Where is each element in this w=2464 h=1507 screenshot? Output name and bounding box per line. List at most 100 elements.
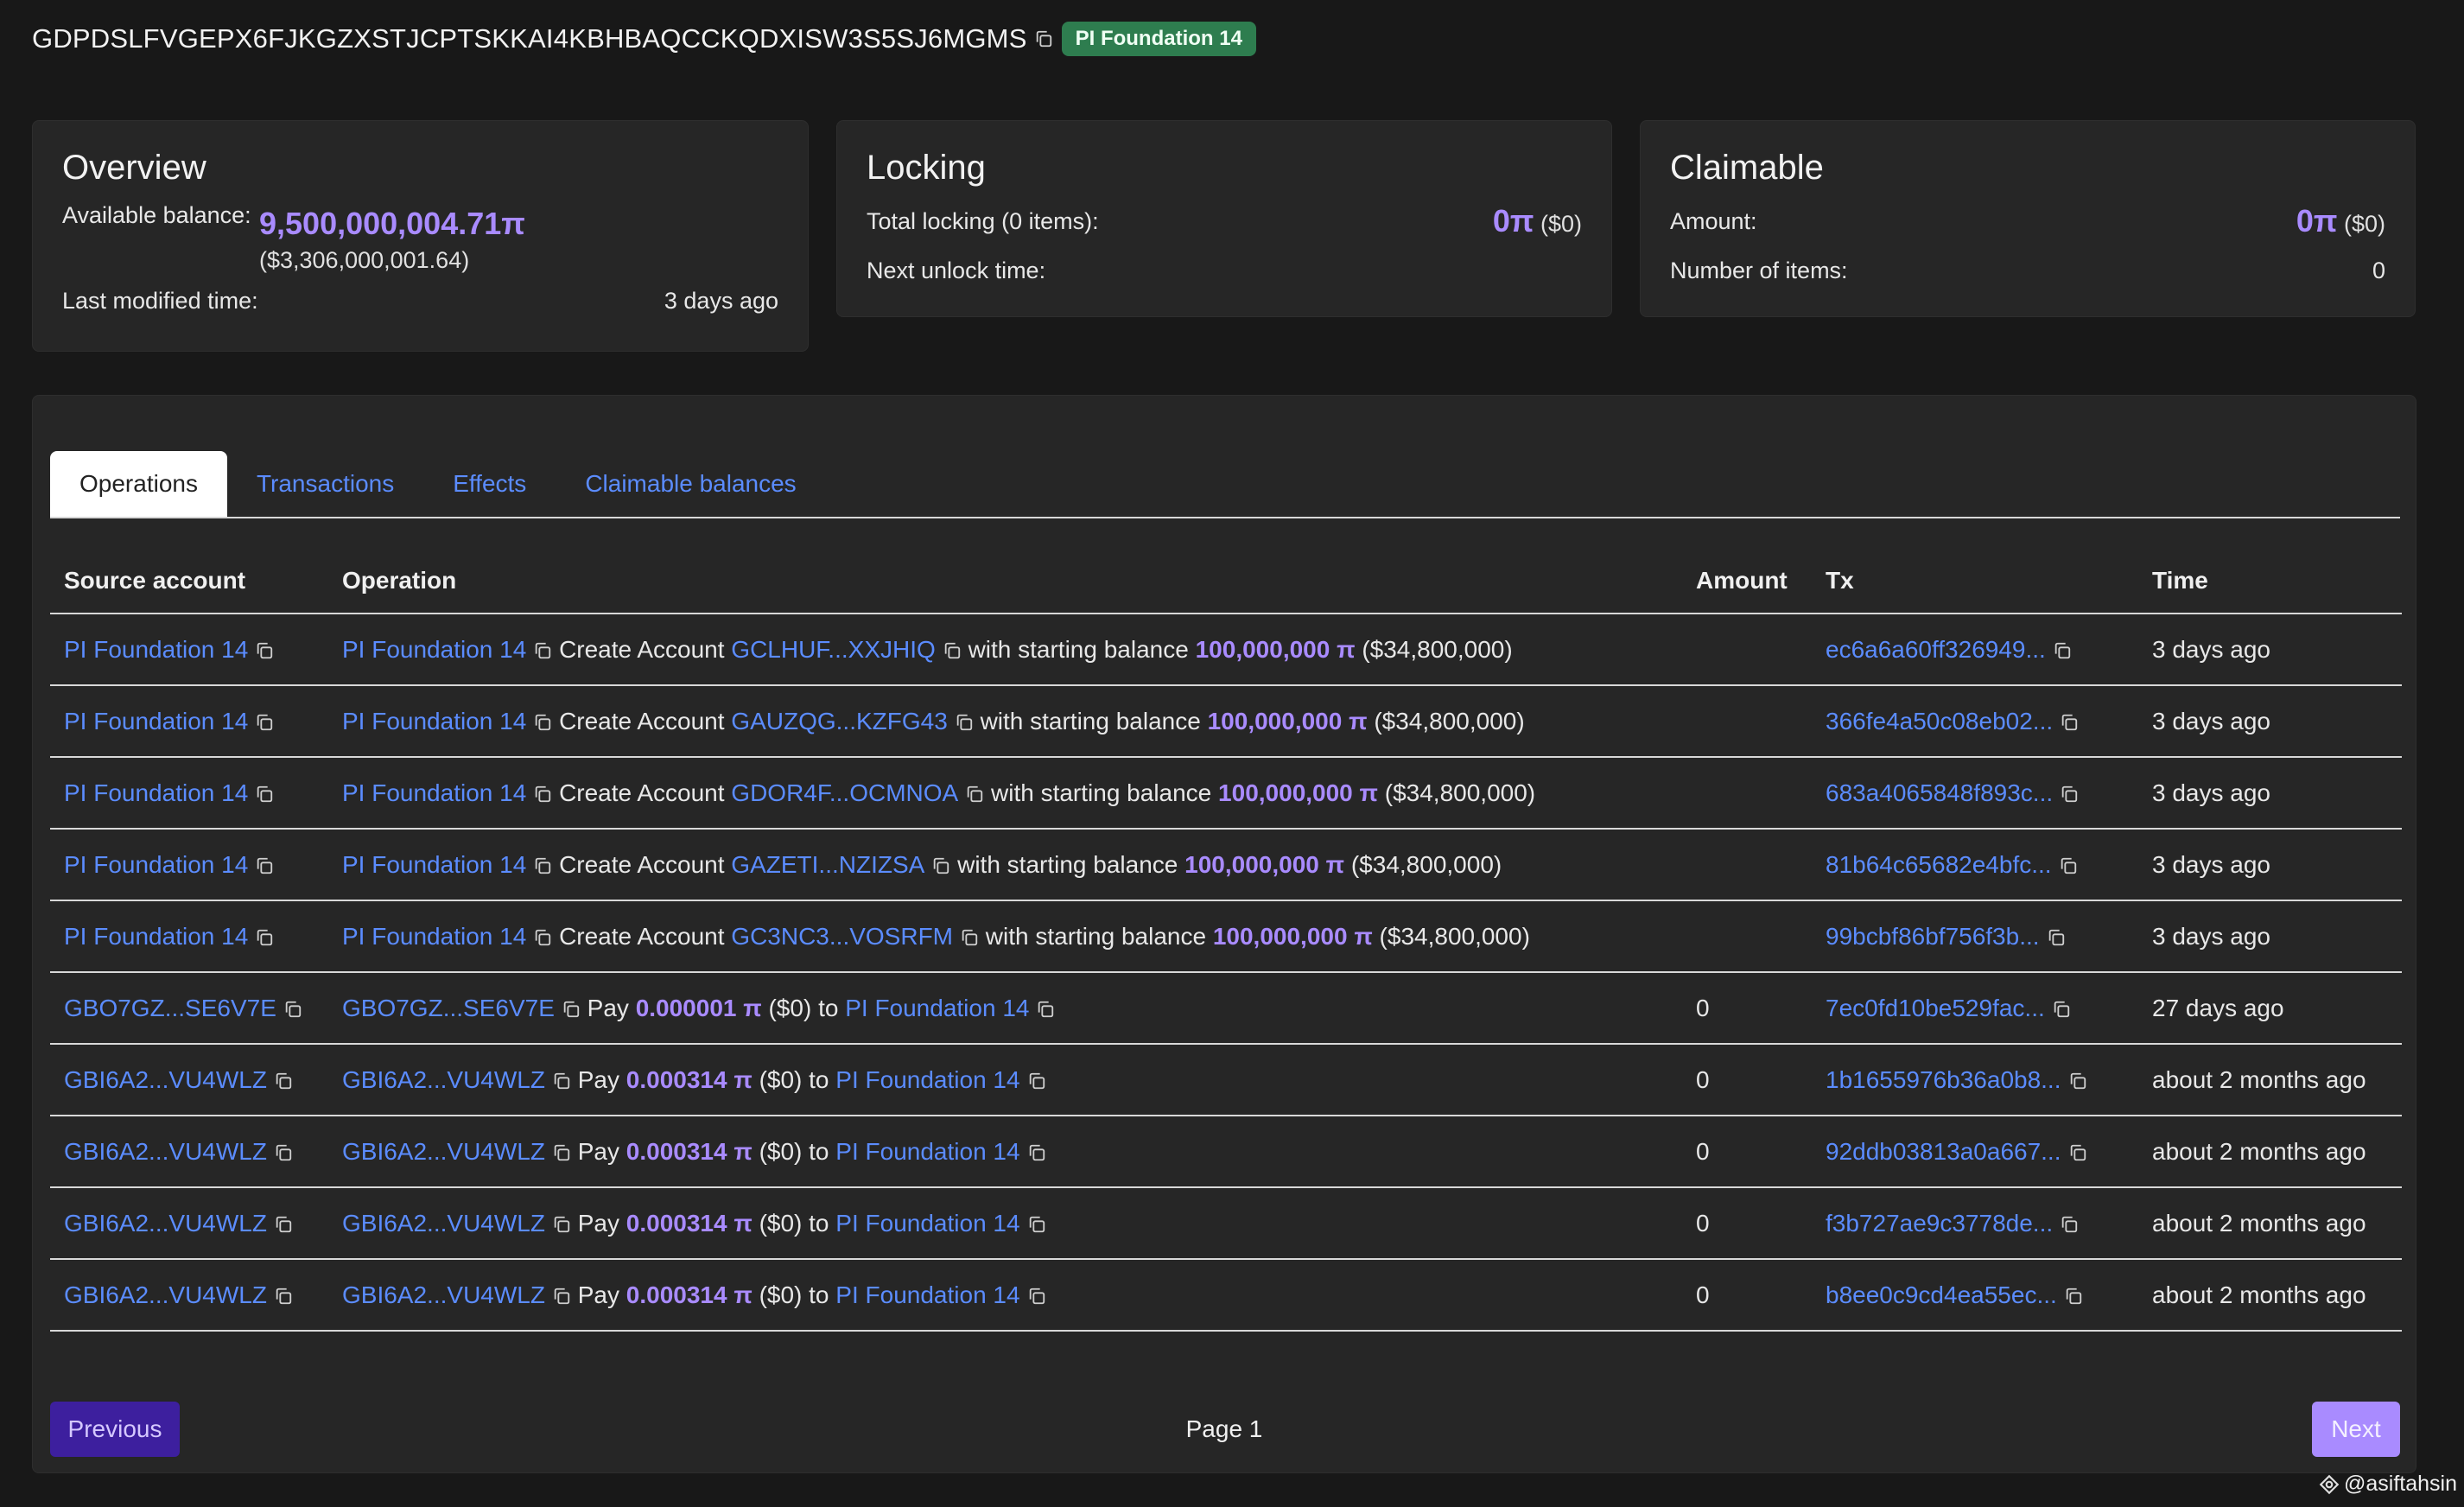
tab-operations[interactable]: Operations (50, 451, 227, 517)
op-from-copy-icon[interactable] (552, 1287, 571, 1306)
op-from-copy-icon[interactable] (533, 928, 552, 947)
op-from-link[interactable]: PI Foundation 14 (342, 779, 526, 806)
source-copy-icon[interactable] (255, 856, 274, 875)
source-copy-icon[interactable] (274, 1071, 293, 1091)
tx-copy-icon[interactable] (2052, 1000, 2071, 1019)
source-account-link[interactable]: PI Foundation 14 (64, 779, 248, 806)
source-account-cell: PI Foundation 14 (50, 757, 328, 830)
source-account-link[interactable]: GBI6A2...VU4WLZ (64, 1138, 267, 1165)
tx-hash-link[interactable]: ec6a6a60ff326949... (1826, 636, 2046, 663)
op-target-copy-icon[interactable] (960, 928, 979, 947)
source-account-link[interactable]: PI Foundation 14 (64, 851, 248, 878)
op-value: 100,000,000 π (1218, 779, 1378, 806)
op-target-link[interactable]: PI Foundation 14 (835, 1210, 1019, 1237)
tx-cell: 1b1655976b36a0b8... (1812, 1044, 2138, 1116)
tx-copy-icon[interactable] (2059, 856, 2078, 875)
op-target-link[interactable]: GCLHUF...XXJHIQ (731, 636, 935, 663)
source-account-link[interactable]: GBO7GZ...SE6V7E (64, 995, 276, 1021)
source-copy-icon[interactable] (255, 785, 274, 804)
tx-copy-icon[interactable] (2060, 713, 2079, 732)
op-usd: ($0) (759, 1137, 803, 1165)
op-target-link[interactable]: PI Foundation 14 (845, 995, 1029, 1021)
op-target-copy-icon[interactable] (955, 713, 974, 732)
op-from-link[interactable]: PI Foundation 14 (342, 636, 526, 663)
header-tx: Tx (1812, 548, 2138, 614)
source-account-link[interactable]: PI Foundation 14 (64, 636, 248, 663)
op-from-link[interactable]: GBO7GZ...SE6V7E (342, 995, 555, 1021)
op-from-link[interactable]: PI Foundation 14 (342, 708, 526, 734)
source-account-link[interactable]: GBI6A2...VU4WLZ (64, 1066, 267, 1093)
op-from-copy-icon[interactable] (552, 1215, 571, 1234)
tab-claimable-balances[interactable]: Claimable balances (556, 451, 825, 517)
op-from-copy-icon[interactable] (533, 641, 552, 660)
source-account-link[interactable]: PI Foundation 14 (64, 708, 248, 734)
source-copy-icon[interactable] (274, 1143, 293, 1162)
amount-cell (1682, 900, 1812, 973)
tx-hash-link[interactable]: 683a4065848f893c... (1826, 779, 2053, 806)
op-from-copy-icon[interactable] (533, 785, 552, 804)
op-from-copy-icon[interactable] (552, 1071, 571, 1091)
op-mid: with starting balance (957, 850, 1178, 878)
amount-cell: 0 (1682, 972, 1812, 1045)
source-copy-icon[interactable] (283, 1000, 302, 1019)
op-target-link[interactable]: PI Foundation 14 (835, 1281, 1019, 1308)
op-from-link[interactable]: GBI6A2...VU4WLZ (342, 1210, 545, 1237)
op-from-link[interactable]: PI Foundation 14 (342, 851, 526, 878)
op-target-link[interactable]: GDOR4F...OCMNOA (731, 779, 958, 806)
tx-hash-link[interactable]: 1b1655976b36a0b8... (1826, 1066, 2061, 1093)
op-from-link[interactable]: GBI6A2...VU4WLZ (342, 1066, 545, 1093)
op-target-copy-icon[interactable] (1036, 1000, 1055, 1019)
tx-copy-icon[interactable] (2068, 1071, 2087, 1091)
tx-hash-link[interactable]: 81b64c65682e4bfc... (1826, 851, 2052, 878)
op-target-link[interactable]: GAZETI...NZIZSA (731, 851, 924, 878)
tx-hash-link[interactable]: b8ee0c9cd4ea55ec... (1826, 1281, 2057, 1308)
tx-copy-icon[interactable] (2060, 1215, 2079, 1234)
copy-icon[interactable] (1034, 29, 1053, 48)
amount-cell (1682, 614, 1812, 686)
tx-copy-icon[interactable] (2064, 1287, 2083, 1306)
op-target-copy-icon[interactable] (965, 785, 984, 804)
tx-hash-link[interactable]: 92ddb03813a0a667... (1826, 1138, 2061, 1165)
source-copy-icon[interactable] (255, 641, 274, 660)
op-target-copy-icon[interactable] (1027, 1143, 1046, 1162)
tab-effects[interactable]: Effects (423, 451, 556, 517)
source-copy-icon[interactable] (255, 928, 274, 947)
op-target-link[interactable]: GC3NC3...VOSRFM (731, 923, 953, 950)
source-account-link[interactable]: GBI6A2...VU4WLZ (64, 1210, 267, 1237)
op-from-copy-icon[interactable] (533, 856, 552, 875)
operation-cell: PI Foundation 14 Create Account GC3NC3..… (328, 900, 1682, 973)
op-target-copy-icon[interactable] (1027, 1287, 1046, 1306)
claimable-amount-usd: ($0) (2343, 211, 2385, 237)
op-from-copy-icon[interactable] (562, 1000, 581, 1019)
tx-copy-icon[interactable] (2047, 928, 2066, 947)
source-account-link[interactable]: GBI6A2...VU4WLZ (64, 1281, 267, 1308)
next-unlock-row: Next unlock time: (867, 247, 1582, 294)
tx-copy-icon[interactable] (2060, 785, 2079, 804)
op-from-copy-icon[interactable] (533, 713, 552, 732)
tx-hash-link[interactable]: 366fe4a50c08eb02... (1826, 708, 2053, 734)
op-mid: with starting balance (991, 779, 1212, 806)
op-target-link[interactable]: GAUZQG...KZFG43 (731, 708, 947, 734)
op-target-link[interactable]: PI Foundation 14 (835, 1138, 1019, 1165)
tx-copy-icon[interactable] (2053, 641, 2072, 660)
tx-hash-link[interactable]: f3b727ae9c3778de... (1826, 1210, 2053, 1237)
op-target-copy-icon[interactable] (1027, 1071, 1046, 1091)
tx-hash-link[interactable]: 7ec0fd10be529fac... (1826, 995, 2045, 1021)
tab-transactions[interactable]: Transactions (227, 451, 423, 517)
op-target-copy-icon[interactable] (943, 641, 962, 660)
op-target-link[interactable]: PI Foundation 14 (835, 1066, 1019, 1093)
source-copy-icon[interactable] (274, 1215, 293, 1234)
op-from-link[interactable]: GBI6A2...VU4WLZ (342, 1138, 545, 1165)
op-from-link[interactable]: GBI6A2...VU4WLZ (342, 1281, 545, 1308)
source-copy-icon[interactable] (255, 713, 274, 732)
header-amount: Amount (1682, 548, 1812, 614)
tx-copy-icon[interactable] (2068, 1143, 2087, 1162)
next-button[interactable]: Next (2312, 1402, 2400, 1457)
op-target-copy-icon[interactable] (931, 856, 950, 875)
source-copy-icon[interactable] (274, 1287, 293, 1306)
source-account-link[interactable]: PI Foundation 14 (64, 923, 248, 950)
op-from-link[interactable]: PI Foundation 14 (342, 923, 526, 950)
op-target-copy-icon[interactable] (1027, 1215, 1046, 1234)
op-from-copy-icon[interactable] (552, 1143, 571, 1162)
tx-hash-link[interactable]: 99bcbf86bf756f3b... (1826, 923, 2040, 950)
